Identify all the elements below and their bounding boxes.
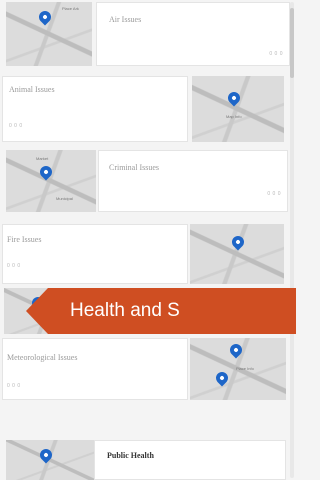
map-thumbnail-air[interactable]: Place Ark <box>6 2 92 66</box>
item-title: Criminal Issues <box>109 163 159 172</box>
map-thumbnail-public-health[interactable] <box>6 440 94 480</box>
list-item-air-issues[interactable]: Air Issues 0 0 0 <box>96 2 290 66</box>
banner-arrow <box>26 288 48 334</box>
item-title: Air Issues <box>109 15 142 24</box>
list-item-public-health[interactable]: Public Health <box>94 440 286 480</box>
item-meta: 0 0 0 <box>7 263 21 269</box>
map-thumbnail-meteorological[interactable]: Place Info <box>190 338 286 400</box>
item-title: Fire Issues <box>7 235 42 244</box>
item-meta: 0 0 0 <box>7 383 21 389</box>
item-title: Meteorological Issues <box>7 353 78 362</box>
item-meta: 0 0 0 <box>9 123 23 129</box>
list-item-fire-issues[interactable]: Fire Issues 0 0 0 <box>2 224 188 284</box>
map-label: Place Ark <box>62 6 79 11</box>
list-item-meteorological-issues[interactable]: Meteorological Issues 0 0 0 <box>2 338 188 400</box>
map-label: Map Info <box>226 114 242 119</box>
map-pin-icon <box>227 341 245 359</box>
map-thumbnail-animal[interactable]: Map Info <box>192 76 284 142</box>
list-item-animal-issues[interactable]: Animal Issues 0 0 0 <box>2 76 188 142</box>
map-label: Place Info <box>236 366 254 371</box>
banner-label: Health and S <box>70 300 180 321</box>
map-thumbnail-criminal[interactable]: Market Municipal <box>6 150 96 212</box>
item-meta: 0 0 0 <box>267 191 281 197</box>
item-title: Public Health <box>107 451 154 460</box>
map-pin-icon <box>37 446 55 464</box>
scrollbar[interactable] <box>290 2 294 478</box>
map-pin-icon <box>213 369 231 387</box>
map-pin-icon <box>225 89 243 107</box>
map-pin-icon <box>36 8 54 26</box>
item-meta: 0 0 0 <box>269 51 283 57</box>
scrollbar-thumb[interactable] <box>290 8 294 78</box>
map-label: Market <box>36 156 49 161</box>
list-item-criminal-issues[interactable]: Criminal Issues 0 0 0 <box>98 150 288 212</box>
item-title: Animal Issues <box>9 85 55 94</box>
map-pin-icon <box>229 233 247 251</box>
map-thumbnail-fire[interactable] <box>190 224 284 284</box>
map-label: Municipal <box>56 196 73 201</box>
map-pin-icon <box>37 163 55 181</box>
